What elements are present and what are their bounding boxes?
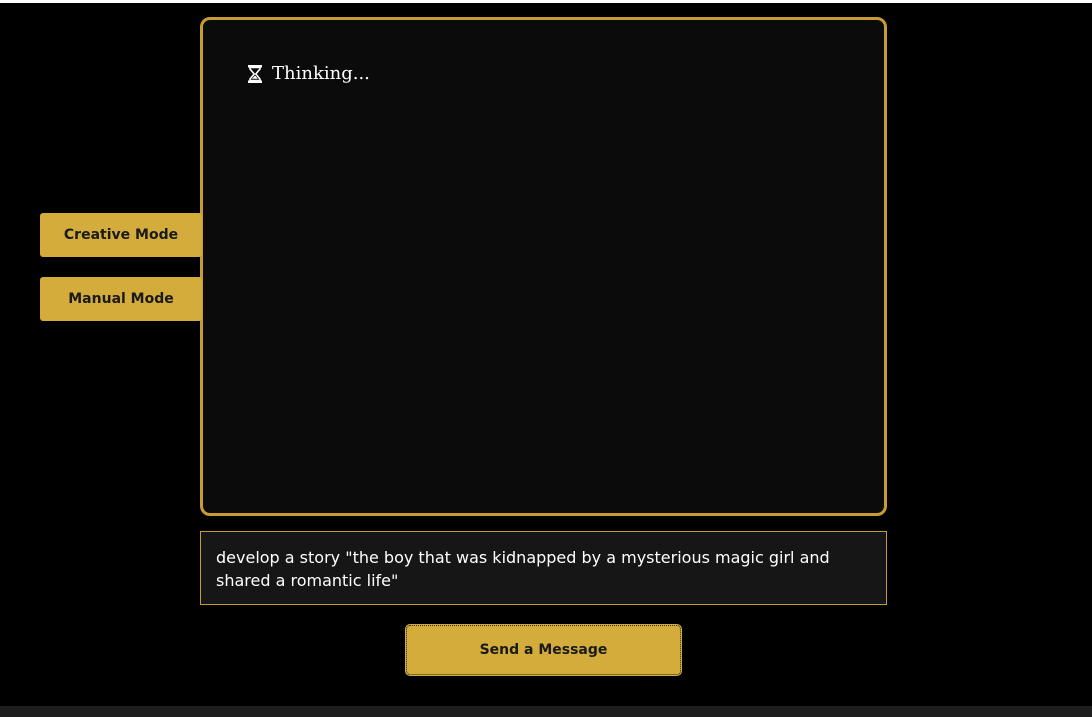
thinking-text: Thinking...	[272, 63, 370, 84]
bottom-edge-strip	[0, 706, 1092, 717]
creative-mode-button[interactable]: Creative Mode	[40, 213, 202, 257]
thinking-status: Thinking...	[246, 63, 370, 84]
top-edge-strip	[0, 0, 1092, 3]
manual-mode-button[interactable]: Manual Mode	[40, 277, 202, 321]
message-input[interactable]: develop a story "the boy that was kidnap…	[200, 531, 887, 605]
chat-output-panel: Thinking...	[200, 17, 887, 516]
hourglass-icon	[246, 64, 264, 84]
send-message-button[interactable]: Send a Message	[405, 624, 682, 676]
